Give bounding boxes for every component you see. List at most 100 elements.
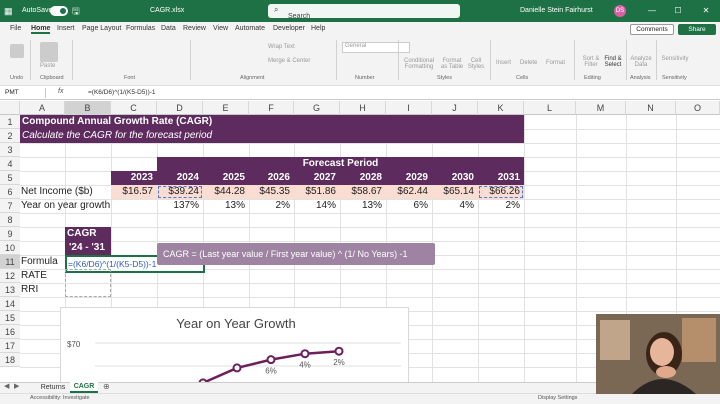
row-header[interactable]: 10 [0, 241, 20, 255]
formula-row-label[interactable]: Formula [21, 255, 65, 269]
maximize-icon[interactable]: ☐ [666, 0, 690, 22]
tab-developer[interactable]: Developer [273, 25, 305, 32]
column-header[interactable]: B [65, 101, 111, 115]
row-header[interactable]: 4 [0, 157, 20, 171]
tab-data[interactable]: Data [161, 25, 176, 32]
yoy-label[interactable]: Year on year growth [21, 199, 156, 213]
delete-button[interactable]: Delete [520, 60, 537, 66]
yoy-cell[interactable]: 2% [249, 199, 294, 213]
row-header[interactable]: 14 [0, 297, 20, 311]
row-header[interactable]: 11 [0, 255, 20, 269]
yoy-cell[interactable]: 137% [157, 199, 203, 213]
year-cell[interactable]: 2031 [478, 171, 524, 185]
wrap-text-button[interactable]: Wrap Text [268, 44, 295, 50]
row-header[interactable]: 15 [0, 311, 20, 325]
insert-button[interactable]: Insert [496, 60, 511, 66]
column-header[interactable]: C [111, 101, 157, 115]
tab-insert[interactable]: Insert [57, 25, 75, 32]
net-income-label[interactable]: Net Income ($b) [21, 185, 110, 199]
net-income-cell[interactable]: $62.44 [386, 185, 432, 199]
yoy-growth-chart[interactable]: Year on Year Growth $70 13%6%4%2% [60, 307, 409, 404]
sheet-title[interactable]: Compound Annual Growth Rate (CAGR) [20, 115, 524, 129]
sheet-tab-cagr[interactable]: CAGR [70, 382, 98, 393]
tab-review[interactable]: Review [183, 25, 206, 32]
row-header[interactable]: 18 [0, 353, 20, 367]
row-header[interactable]: 12 [0, 269, 20, 283]
year-cell[interactable]: 2026 [249, 171, 294, 185]
row-header[interactable]: 7 [0, 199, 20, 213]
net-income-cell[interactable]: $45.35 [249, 185, 294, 199]
number-format-select[interactable]: General [342, 42, 410, 53]
net-income-cell[interactable]: $65.14 [432, 185, 478, 199]
column-header[interactable]: F [249, 101, 294, 115]
yoy-cell[interactable]: 4% [432, 199, 478, 213]
yoy-cell[interactable]: 13% [340, 199, 386, 213]
select-all-corner[interactable] [0, 101, 20, 115]
autosave-toggle[interactable] [50, 6, 68, 16]
row-header[interactable]: 8 [0, 213, 20, 227]
column-header[interactable]: N [626, 101, 676, 115]
column-header[interactable]: E [203, 101, 249, 115]
formula-input[interactable]: =(K6/D6)^(1/(K5-D5))-1 [88, 89, 156, 96]
row-header[interactable]: 3 [0, 143, 20, 157]
net-income-cell[interactable]: $16.57 [111, 185, 157, 199]
column-header[interactable]: O [676, 101, 720, 115]
prev-sheet-icon[interactable]: ◀ [4, 382, 9, 390]
net-income-cell[interactable]: $58.67 [340, 185, 386, 199]
paste-icon[interactable] [40, 42, 58, 62]
rate-row-label[interactable]: RATE [21, 269, 65, 283]
sort-filter-button[interactable]: Sort & Filter [580, 56, 602, 68]
row-header[interactable]: 1 [0, 115, 20, 129]
sheet-tab-returns[interactable]: Returns [36, 382, 70, 393]
add-sheet-icon[interactable]: ⊕ [103, 382, 110, 391]
row-header[interactable]: 16 [0, 325, 20, 339]
tab-formulas[interactable]: Formulas [126, 25, 155, 32]
conditional-formatting-button[interactable]: Conditional Formatting [402, 58, 436, 70]
tab-automate[interactable]: Automate [235, 25, 265, 32]
column-header[interactable]: M [576, 101, 626, 115]
close-icon[interactable]: ✕ [694, 0, 718, 22]
row-header[interactable]: 13 [0, 283, 20, 297]
net-income-cell[interactable]: $39.24 [157, 185, 203, 199]
year-cell[interactable]: 2029 [386, 171, 432, 185]
fx-icon[interactable]: fx [58, 88, 63, 95]
display-settings[interactable]: Display Settings [538, 395, 577, 401]
tab-page-layout[interactable]: Page Layout [82, 25, 121, 32]
column-header[interactable]: H [340, 101, 386, 115]
undo-icon[interactable] [10, 44, 24, 58]
row-header[interactable]: 6 [0, 185, 20, 199]
minimize-icon[interactable]: — [640, 0, 664, 22]
cagr-result-cells[interactable] [65, 269, 111, 297]
row-header[interactable]: 17 [0, 339, 20, 353]
year-cell[interactable]: 2030 [432, 171, 478, 185]
column-header[interactable]: K [478, 101, 524, 115]
column-header[interactable]: J [432, 101, 478, 115]
forecast-period-header[interactable]: Forecast Period [157, 157, 524, 171]
file-name[interactable]: CAGR.xlsx [150, 0, 184, 22]
tab-help[interactable]: Help [311, 25, 325, 32]
row-header[interactable]: 2 [0, 129, 20, 143]
format-button[interactable]: Format [546, 60, 565, 66]
tab-file[interactable]: File [10, 25, 21, 32]
save-icon[interactable]: 🖫 [72, 0, 80, 22]
net-income-cell[interactable]: $66.26 [478, 185, 524, 199]
cell-styles-button[interactable]: Cell Styles [466, 58, 486, 70]
row-header[interactable]: 9 [0, 227, 20, 241]
next-sheet-icon[interactable]: ▶ [14, 382, 19, 390]
cagr-header[interactable]: CAGR [65, 227, 111, 241]
rri-row-label[interactable]: RRI [21, 283, 65, 297]
name-box[interactable]: PMT [2, 88, 46, 98]
column-header[interactable]: I [386, 101, 432, 115]
avatar[interactable]: DS [614, 5, 626, 17]
comments-button[interactable]: Comments [630, 24, 674, 35]
share-button[interactable]: Share [678, 24, 716, 35]
merge-center-button[interactable]: Merge & Center [268, 58, 310, 64]
yoy-cell[interactable]: 14% [294, 199, 340, 213]
row-header[interactable]: 5 [0, 171, 20, 185]
tab-home[interactable]: Home [31, 25, 51, 34]
tab-view[interactable]: View [213, 25, 228, 32]
year-cell[interactable]: 2027 [294, 171, 340, 185]
yoy-cell[interactable]: 13% [203, 199, 249, 213]
yoy-cell[interactable]: 6% [386, 199, 432, 213]
find-select-button[interactable]: Find & Select [602, 56, 624, 68]
